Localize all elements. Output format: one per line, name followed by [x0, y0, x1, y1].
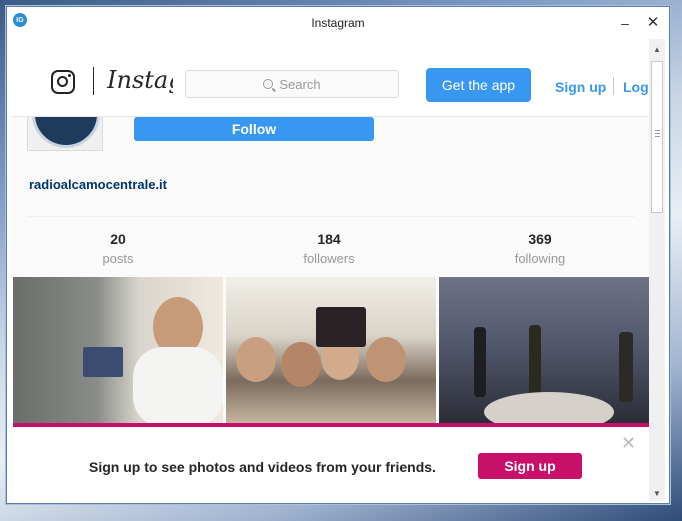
scrollbar-thumb[interactable]	[651, 61, 663, 213]
post-thumbnail[interactable]	[13, 277, 223, 425]
titlebar: IG Instagram – ✕	[7, 7, 669, 39]
close-icon[interactable]: ✕	[643, 13, 663, 33]
minimize-icon[interactable]: –	[615, 13, 635, 33]
top-navigation: Instagram Search Get the app Sign up Log	[11, 39, 649, 117]
get-the-app-button[interactable]: Get the app	[426, 68, 531, 102]
signup-banner: ✕ Sign up to see photos and videos from …	[13, 427, 649, 501]
instagram-glyph-icon[interactable]	[51, 70, 75, 94]
close-icon[interactable]: ✕	[621, 433, 636, 454]
follow-button[interactable]: Follow	[134, 117, 374, 141]
stats-divider	[27, 216, 635, 217]
stat-value: 369	[528, 231, 552, 247]
stat-following[interactable]: 369 following	[480, 231, 600, 266]
stat-value: 20	[110, 231, 126, 247]
banner-signup-button[interactable]: Sign up	[478, 453, 582, 479]
profile-username[interactable]: radioalcamocentrale.it	[29, 177, 167, 192]
scroll-down-icon[interactable]: ▼	[653, 489, 661, 498]
app-window: IG Instagram – ✕ Instagram Search Get th…	[6, 6, 670, 504]
search-icon	[263, 79, 274, 89]
stat-label: posts	[102, 251, 134, 266]
signup-link[interactable]: Sign up	[555, 79, 606, 95]
post-thumbnail[interactable]	[226, 277, 436, 425]
instagram-wordmark[interactable]: Instagram	[107, 66, 173, 94]
scrollbar[interactable]: ▲ ▼	[649, 39, 665, 501]
scroll-up-icon[interactable]: ▲	[653, 45, 661, 54]
stat-label: followers	[303, 251, 355, 266]
nav-separator	[613, 77, 614, 95]
stat-followers[interactable]: 184 followers	[269, 231, 389, 266]
stat-label: following	[514, 251, 566, 266]
banner-text: Sign up to see photos and videos from yo…	[89, 459, 436, 475]
login-link[interactable]: Log	[623, 79, 649, 95]
search-input[interactable]: Search	[185, 70, 399, 98]
stat-posts[interactable]: 20 posts	[58, 231, 178, 266]
nav-divider	[93, 67, 94, 95]
stat-value: 184	[317, 231, 341, 247]
window-title: Instagram	[311, 16, 365, 30]
post-thumbnail[interactable]	[439, 277, 649, 425]
page-content: Instagram Search Get the app Sign up Log…	[11, 39, 649, 501]
search-placeholder: Search	[279, 76, 321, 92]
